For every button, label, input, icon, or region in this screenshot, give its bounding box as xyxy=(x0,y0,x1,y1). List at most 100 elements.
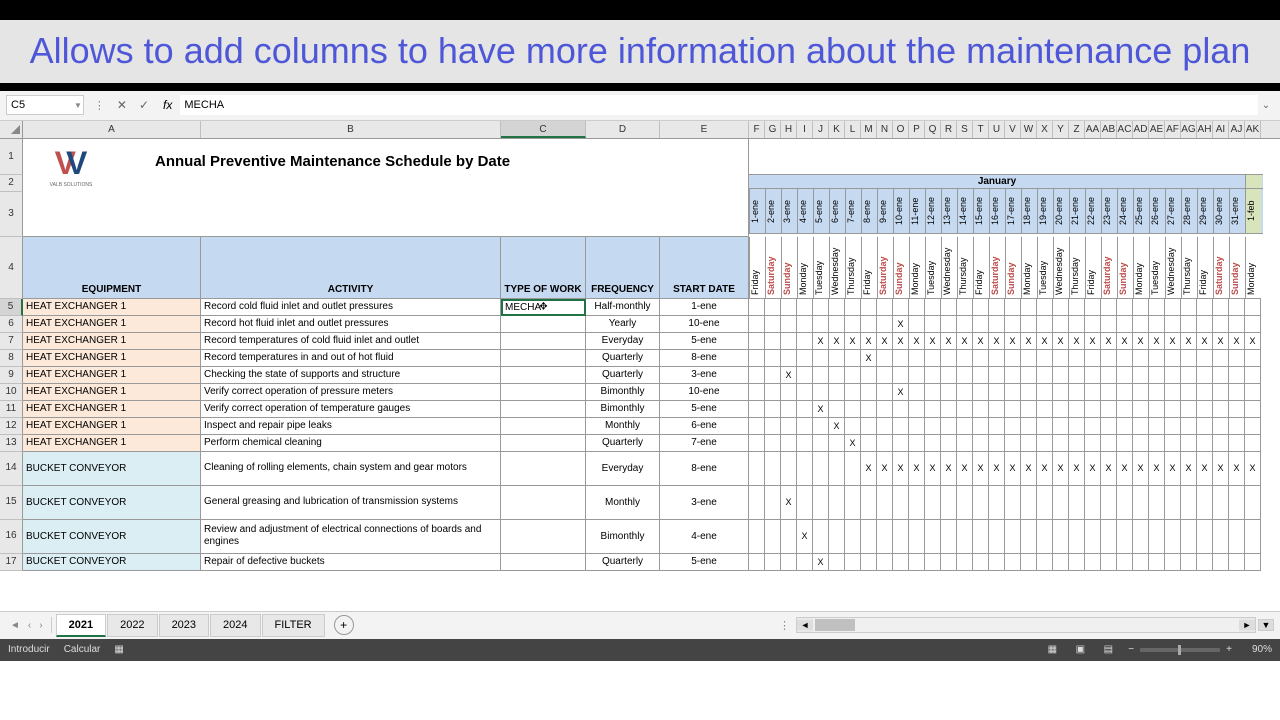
cell-cal-14[interactable] xyxy=(957,486,973,520)
row-header-15[interactable]: 15 xyxy=(0,486,23,520)
cell-frequency[interactable]: Monthly xyxy=(586,486,660,520)
cell-cal-11[interactable] xyxy=(909,486,925,520)
cell-cal-23[interactable] xyxy=(1101,435,1117,452)
cell-frequency[interactable]: Yearly xyxy=(586,316,660,333)
cell-cal-7[interactable] xyxy=(845,299,861,316)
cell-cal-8[interactable] xyxy=(861,520,877,554)
cell-cal-3[interactable]: X xyxy=(781,486,797,520)
cell-cal-28[interactable] xyxy=(1181,316,1197,333)
cell-cal-23[interactable] xyxy=(1101,316,1117,333)
cell-cal-32[interactable] xyxy=(1245,367,1261,384)
table-row[interactable]: HEAT EXCHANGER 1Perform chemical cleanin… xyxy=(23,435,1280,452)
col-header-O[interactable]: O xyxy=(893,121,909,138)
cell-cal-11[interactable] xyxy=(909,350,925,367)
cell-cal-16[interactable] xyxy=(989,418,1005,435)
table-row[interactable]: BUCKET CONVEYORRepair of defective bucke… xyxy=(23,554,1280,571)
cell-equipment[interactable]: HEAT EXCHANGER 1 xyxy=(23,316,201,333)
cell-cal-13[interactable] xyxy=(941,435,957,452)
grid-content[interactable]: VVVALB SOLUTIONSAnnual Preventive Mainte… xyxy=(23,139,1280,571)
cell-cal-13[interactable] xyxy=(941,367,957,384)
cell-cal-31[interactable] xyxy=(1229,299,1245,316)
cell-cal-10[interactable] xyxy=(893,435,909,452)
cell-cal-31[interactable] xyxy=(1229,435,1245,452)
cell-cal-17[interactable] xyxy=(1005,486,1021,520)
cell-cal-25[interactable] xyxy=(1133,554,1149,571)
cell-cal-2[interactable] xyxy=(765,401,781,418)
cell-type[interactable] xyxy=(501,520,586,554)
cell-cal-30[interactable] xyxy=(1213,435,1229,452)
cell-cal-9[interactable] xyxy=(877,401,893,418)
scroll-left-icon[interactable]: ◄ xyxy=(797,620,813,630)
cell-cal-3[interactable] xyxy=(781,299,797,316)
col-header-T[interactable]: T xyxy=(973,121,989,138)
cell-cal-32[interactable]: X xyxy=(1245,333,1261,350)
cell-cal-12[interactable] xyxy=(925,299,941,316)
cell-cal-4[interactable] xyxy=(797,401,813,418)
cell-cal-6[interactable]: X xyxy=(829,333,845,350)
cell-cal-1[interactable] xyxy=(749,452,765,486)
cell-cal-4[interactable] xyxy=(797,418,813,435)
cell-cal-25[interactable] xyxy=(1133,486,1149,520)
cell-cal-26[interactable] xyxy=(1149,299,1165,316)
cell-cal-13[interactable] xyxy=(941,350,957,367)
cell-activity[interactable]: Cleaning of rolling elements, chain syst… xyxy=(201,452,501,486)
cell-frequency[interactable]: Monthly xyxy=(586,418,660,435)
tab-next-icon[interactable]: › xyxy=(39,620,42,631)
cell-cal-10[interactable]: X xyxy=(893,333,909,350)
cell-cal-17[interactable]: X xyxy=(1005,333,1021,350)
add-sheet-button[interactable]: + xyxy=(334,615,354,635)
cell-equipment[interactable]: HEAT EXCHANGER 1 xyxy=(23,401,201,418)
cell-cal-12[interactable] xyxy=(925,316,941,333)
column-headers[interactable]: ABCDEFGHIJKLMNOPQRSTUVWXYZAAABACADAEAFAG… xyxy=(23,121,1280,139)
cell-cal-10[interactable] xyxy=(893,418,909,435)
cell-cal-20[interactable] xyxy=(1053,384,1069,401)
cell-cal-17[interactable]: X xyxy=(1005,452,1021,486)
cell-cal-1[interactable] xyxy=(749,401,765,418)
cell-startdate[interactable]: 3-ene xyxy=(660,486,749,520)
cell-cal-5[interactable] xyxy=(813,452,829,486)
cell-cal-24[interactable] xyxy=(1117,367,1133,384)
cell-cal-26[interactable] xyxy=(1149,486,1165,520)
cell-cal-11[interactable] xyxy=(909,418,925,435)
cell-activity[interactable]: Checking the state of supports and struc… xyxy=(201,367,501,384)
col-header-AD[interactable]: AD xyxy=(1133,121,1149,138)
cell-cal-14[interactable] xyxy=(957,350,973,367)
col-header-R[interactable]: R xyxy=(941,121,957,138)
cell-cal-21[interactable] xyxy=(1069,299,1085,316)
cell-frequency[interactable]: Quarterly xyxy=(586,435,660,452)
table-row[interactable]: BUCKET CONVEYORReview and adjustment of … xyxy=(23,520,1280,554)
cell-cal-28[interactable] xyxy=(1181,486,1197,520)
cell-cal-24[interactable]: X xyxy=(1117,333,1133,350)
cell-cal-13[interactable]: X xyxy=(941,333,957,350)
cell-cal-10[interactable] xyxy=(893,486,909,520)
cell-cal-9[interactable] xyxy=(877,299,893,316)
cell-cal-31[interactable] xyxy=(1229,418,1245,435)
cell-cal-17[interactable] xyxy=(1005,299,1021,316)
cell-cal-30[interactable]: X xyxy=(1213,452,1229,486)
cell-cal-14[interactable] xyxy=(957,554,973,571)
table-row[interactable]: HEAT EXCHANGER 1Record hot fluid inlet a… xyxy=(23,316,1280,333)
cell-cal-8[interactable] xyxy=(861,401,877,418)
cell-type[interactable] xyxy=(501,333,586,350)
cell-cal-32[interactable] xyxy=(1245,401,1261,418)
cell-cal-3[interactable] xyxy=(781,316,797,333)
cell-cal-26[interactable] xyxy=(1149,350,1165,367)
cell-cal-26[interactable] xyxy=(1149,384,1165,401)
cell-cal-12[interactable] xyxy=(925,367,941,384)
cell-cal-3[interactable] xyxy=(781,418,797,435)
scroll-thumb[interactable] xyxy=(815,619,855,631)
scroll-right-icon[interactable]: ► xyxy=(1239,620,1255,630)
cell-cal-24[interactable] xyxy=(1117,435,1133,452)
col-header-AE[interactable]: AE xyxy=(1149,121,1165,138)
row-header-5[interactable]: 5 xyxy=(0,299,23,316)
cell-cal-16[interactable] xyxy=(989,384,1005,401)
cell-cal-6[interactable] xyxy=(829,486,845,520)
cell-cal-7[interactable] xyxy=(845,520,861,554)
scroll-track[interactable] xyxy=(813,618,1239,632)
cell-cal-20[interactable] xyxy=(1053,486,1069,520)
cell-cal-20[interactable] xyxy=(1053,418,1069,435)
cell-cal-10[interactable] xyxy=(893,520,909,554)
table-row[interactable]: BUCKET CONVEYORCleaning of rolling eleme… xyxy=(23,452,1280,486)
cell-cal-14[interactable]: X xyxy=(957,452,973,486)
cell-cal-10[interactable]: X xyxy=(893,452,909,486)
